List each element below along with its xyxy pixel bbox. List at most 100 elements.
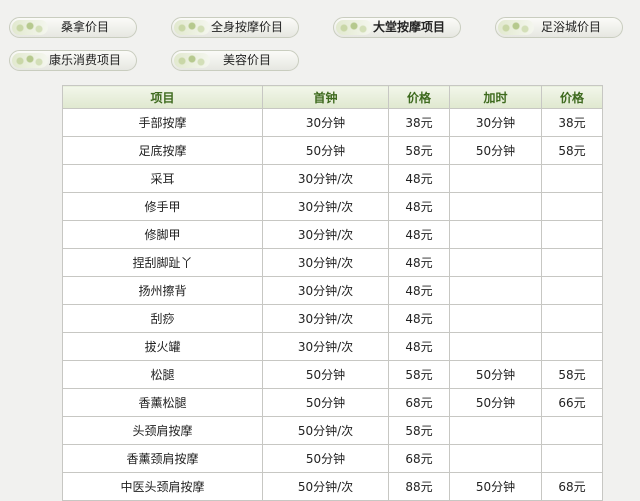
cell-first-session: 30分钟/次 [262, 248, 389, 277]
tab-sauna-prices[interactable]: 桑拿价目 [9, 17, 137, 38]
cell-item: 松腿 [62, 360, 263, 389]
category-tabs: 桑拿价目 全身按摩价目 大堂按摩项目 足浴城价目 康乐消费项目 美容价目 [0, 0, 640, 80]
cell-price: 68元 [388, 444, 450, 473]
cell-price: 88元 [388, 472, 450, 501]
cell-overtime-price [541, 276, 603, 305]
tab-foot-bath-prices[interactable]: 足浴城价目 [495, 17, 623, 38]
cell-price: 58元 [388, 360, 450, 389]
cell-price: 48元 [388, 304, 450, 333]
header-overtime: 加时 [449, 85, 542, 109]
cell-overtime [449, 332, 542, 361]
cell-first-session: 50分钟 [262, 444, 389, 473]
cell-item: 采耳 [62, 164, 263, 193]
cell-item: 香薰颈肩按摩 [62, 444, 263, 473]
cell-price: 58元 [388, 416, 450, 445]
cell-item: 拔火罐 [62, 332, 263, 361]
table-row: 捏刮脚趾丫 30分钟/次 48元 [62, 248, 603, 277]
cell-overtime [449, 192, 542, 221]
cell-overtime: 50分钟 [449, 472, 542, 501]
cell-overtime-price [541, 332, 603, 361]
cell-overtime [449, 416, 542, 445]
cell-price: 58元 [388, 136, 450, 165]
cell-overtime-price [541, 248, 603, 277]
cell-overtime: 30分钟 [449, 108, 542, 137]
tab-lobby-massage-items[interactable]: 大堂按摩项目 [333, 17, 461, 38]
cell-price: 38元 [388, 108, 450, 137]
cell-overtime: 50分钟 [449, 136, 542, 165]
cell-overtime-price: 58元 [541, 360, 603, 389]
cell-overtime-price [541, 416, 603, 445]
cell-overtime-price: 38元 [541, 108, 603, 137]
cell-overtime-price [541, 164, 603, 193]
price-table: 项目 首钟 价格 加时 价格 手部按摩 30分钟 38元 30分钟 38元 足底按摩 50分… [62, 85, 603, 501]
cell-first-session: 50分钟 [262, 388, 389, 417]
cell-overtime [449, 164, 542, 193]
cell-first-session: 30分钟/次 [262, 164, 389, 193]
header-first-session: 首钟 [262, 85, 389, 109]
table-row: 头颈肩按摩 50分钟/次 58元 [62, 416, 603, 445]
cell-overtime-price: 58元 [541, 136, 603, 165]
cell-first-session: 30分钟/次 [262, 220, 389, 249]
cell-item: 足底按摩 [62, 136, 263, 165]
table-header-row: 项目 首钟 价格 加时 价格 [62, 85, 603, 109]
cell-price: 48元 [388, 248, 450, 277]
cell-overtime: 50分钟 [449, 388, 542, 417]
table-row: 手部按摩 30分钟 38元 30分钟 38元 [62, 108, 603, 137]
table-row: 中医头颈肩按摩 50分钟/次 88元 50分钟 68元 [62, 472, 603, 501]
cell-item: 扬州擦背 [62, 276, 263, 305]
tab-label: 全身按摩价目 [210, 20, 283, 34]
cell-item: 刮痧 [62, 304, 263, 333]
cell-item: 香薰松腿 [62, 388, 263, 417]
cell-overtime [449, 248, 542, 277]
cell-first-session: 30分钟 [262, 108, 389, 137]
table-row: 修脚甲 30分钟/次 48元 [62, 220, 603, 249]
cell-first-session: 50分钟 [262, 136, 389, 165]
cell-first-session: 50分钟/次 [262, 472, 389, 501]
tab-beauty-prices[interactable]: 美容价目 [171, 50, 299, 71]
cell-overtime-price [541, 220, 603, 249]
cell-overtime-price [541, 444, 603, 473]
cell-overtime-price: 66元 [541, 388, 603, 417]
cell-price: 68元 [388, 388, 450, 417]
cell-first-session: 30分钟/次 [262, 304, 389, 333]
table-row: 香薰颈肩按摩 50分钟 68元 [62, 444, 603, 473]
table-body: 手部按摩 30分钟 38元 30分钟 38元 足底按摩 50分钟 58元 50分钟 58元 采耳 30… [62, 108, 603, 501]
tab-label: 康乐消费项目 [48, 53, 121, 67]
tab-label: 足浴城价目 [540, 20, 601, 34]
cell-price: 48元 [388, 332, 450, 361]
cell-first-session: 30分钟/次 [262, 332, 389, 361]
cell-overtime-price [541, 304, 603, 333]
header-item: 项目 [62, 85, 263, 109]
tab-recreation-items[interactable]: 康乐消费项目 [9, 50, 137, 71]
table-row: 刮痧 30分钟/次 48元 [62, 304, 603, 333]
cell-first-session: 30分钟/次 [262, 276, 389, 305]
tab-full-body-massage-prices[interactable]: 全身按摩价目 [171, 17, 299, 38]
table-row: 松腿 50分钟 58元 50分钟 58元 [62, 360, 603, 389]
table-row: 足底按摩 50分钟 58元 50分钟 58元 [62, 136, 603, 165]
cell-item: 中医头颈肩按摩 [62, 472, 263, 501]
cell-first-session: 50分钟 [262, 360, 389, 389]
cell-item: 修手甲 [62, 192, 263, 221]
tab-label: 美容价目 [222, 53, 271, 67]
cell-first-session: 30分钟/次 [262, 192, 389, 221]
cell-overtime: 50分钟 [449, 360, 542, 389]
table-row: 扬州擦背 30分钟/次 48元 [62, 276, 603, 305]
cell-item: 头颈肩按摩 [62, 416, 263, 445]
table-row: 拔火罐 30分钟/次 48元 [62, 332, 603, 361]
cell-item: 修脚甲 [62, 220, 263, 249]
tab-label: 桑拿价目 [60, 20, 109, 34]
cell-first-session: 50分钟/次 [262, 416, 389, 445]
cell-overtime [449, 304, 542, 333]
cell-overtime-price [541, 192, 603, 221]
header-overtime-price: 价格 [541, 85, 603, 109]
cell-price: 48元 [388, 276, 450, 305]
table-row: 香薰松腿 50分钟 68元 50分钟 66元 [62, 388, 603, 417]
cell-overtime [449, 220, 542, 249]
cell-overtime [449, 444, 542, 473]
cell-price: 48元 [388, 220, 450, 249]
cell-price: 48元 [388, 192, 450, 221]
cell-item: 手部按摩 [62, 108, 263, 137]
cell-price: 48元 [388, 164, 450, 193]
cell-overtime-price: 68元 [541, 472, 603, 501]
table-row: 修手甲 30分钟/次 48元 [62, 192, 603, 221]
